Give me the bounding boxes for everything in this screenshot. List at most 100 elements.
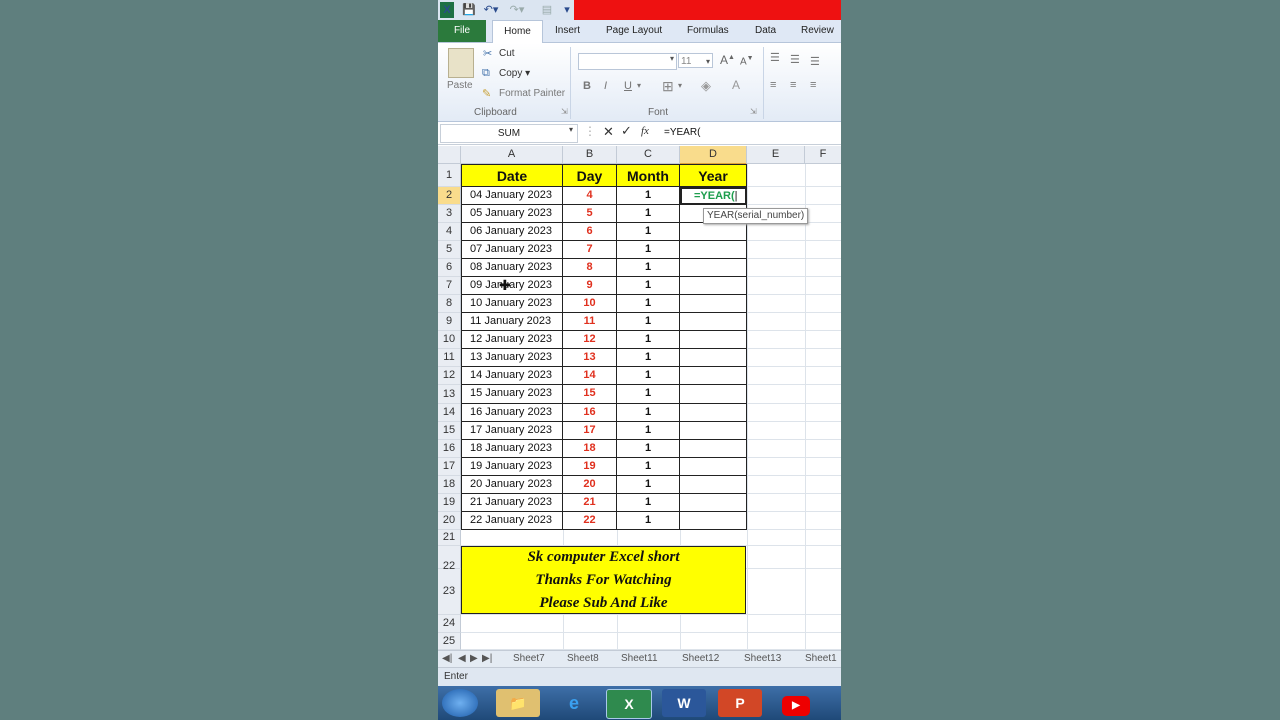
cell-month[interactable]: 1 xyxy=(617,494,680,512)
cell-month[interactable]: 1 xyxy=(617,512,680,530)
column-header-f[interactable]: F xyxy=(805,146,841,164)
active-cell-d2[interactable]: =YEAR(| xyxy=(680,187,747,205)
row-header[interactable]: 23 xyxy=(438,569,461,615)
paste-icon[interactable] xyxy=(448,48,474,78)
cell-date[interactable]: 05 January 2023 xyxy=(461,205,563,223)
fill-color-icon[interactable]: ◈ xyxy=(701,78,711,94)
cell-day[interactable]: 13 xyxy=(563,349,617,367)
row-header[interactable]: 20 xyxy=(438,512,461,530)
cell-month[interactable]: 1 xyxy=(617,422,680,440)
cell-date[interactable]: 17 January 2023 xyxy=(461,422,563,440)
cell-date[interactable]: 09 January 2023 xyxy=(461,277,563,295)
align-center-icon[interactable]: ≡ xyxy=(790,79,796,91)
cell-date[interactable]: 04 January 2023 xyxy=(461,187,563,205)
align-bottom-icon[interactable]: ☰ xyxy=(810,55,820,68)
cell-date[interactable]: 14 January 2023 xyxy=(461,367,563,385)
borders-dropdown-icon[interactable]: ▾ xyxy=(678,81,682,90)
cell-day[interactable]: 17 xyxy=(563,422,617,440)
sheet-nav-first-icon[interactable]: ◀| xyxy=(442,652,452,666)
row-header[interactable]: 8 xyxy=(438,295,461,313)
cell-day[interactable]: 21 xyxy=(563,494,617,512)
cell-date[interactable]: 06 January 2023 xyxy=(461,223,563,241)
explorer-icon[interactable]: 📁 xyxy=(496,689,540,717)
cell-date[interactable]: 20 January 2023 xyxy=(461,476,563,494)
row-header[interactable]: 7 xyxy=(438,277,461,295)
cell-day[interactable]: 6 xyxy=(563,223,617,241)
row-header[interactable]: 24 xyxy=(438,615,461,633)
row-header[interactable]: 18 xyxy=(438,476,461,494)
row-header[interactable]: 21 xyxy=(438,530,461,546)
cell-day[interactable]: 11 xyxy=(563,313,617,331)
format-painter-button[interactable]: Format Painter xyxy=(499,88,565,99)
column-header-e[interactable]: E xyxy=(747,146,805,164)
row-header[interactable]: 12 xyxy=(438,367,461,385)
cell-month[interactable]: 1 xyxy=(617,404,680,422)
promo-banner[interactable]: Sk computer Excel short Thanks For Watch… xyxy=(461,546,746,614)
cell-year[interactable] xyxy=(680,241,747,259)
borders-icon[interactable]: ⊞ xyxy=(662,78,674,95)
cell-month[interactable]: 1 xyxy=(617,367,680,385)
cell-date[interactable]: 07 January 2023 xyxy=(461,241,563,259)
cell-day[interactable]: 14 xyxy=(563,367,617,385)
tab-data[interactable]: Data xyxy=(755,20,776,42)
cell-month[interactable]: 1 xyxy=(617,331,680,349)
cell-day[interactable]: 7 xyxy=(563,241,617,259)
row-header[interactable]: 19 xyxy=(438,494,461,512)
cell-date[interactable]: 12 January 2023 xyxy=(461,331,563,349)
align-right-icon[interactable]: ≡ xyxy=(810,79,816,91)
cell-day[interactable]: 9 xyxy=(563,277,617,295)
row-header[interactable]: 16 xyxy=(438,440,461,458)
cell-day[interactable]: 19 xyxy=(563,458,617,476)
cell-month[interactable]: 1 xyxy=(617,349,680,367)
row-header[interactable]: 14 xyxy=(438,404,461,422)
row-header[interactable]: 6 xyxy=(438,259,461,277)
undo-icon[interactable]: ↶▾ xyxy=(482,2,500,18)
sheet-tab[interactable]: Sheet8 xyxy=(567,652,599,666)
header-month[interactable]: Month xyxy=(617,164,680,187)
cell-day[interactable]: 10 xyxy=(563,295,617,313)
sheet-nav-next-icon[interactable]: ▶ xyxy=(470,652,478,666)
row-header[interactable]: 1 xyxy=(438,164,461,187)
row-header[interactable]: 25 xyxy=(438,633,461,650)
cell-year[interactable] xyxy=(680,440,747,458)
cell-year[interactable] xyxy=(680,422,747,440)
cell-year[interactable] xyxy=(680,331,747,349)
align-top-icon[interactable]: ☰ xyxy=(770,51,780,64)
cell-day[interactable]: 8 xyxy=(563,259,617,277)
row-header[interactable]: 4 xyxy=(438,223,461,241)
tab-review[interactable]: Review xyxy=(801,20,834,42)
row-header[interactable]: 13 xyxy=(438,385,461,404)
clipboard-launcher-icon[interactable]: ⇲ xyxy=(561,107,568,116)
cell-year[interactable] xyxy=(680,476,747,494)
cell-month[interactable]: 1 xyxy=(617,241,680,259)
cell-day[interactable]: 20 xyxy=(563,476,617,494)
sheet-tab[interactable]: Sheet11 xyxy=(621,652,658,666)
cell-year[interactable] xyxy=(680,404,747,422)
grow-font-icon[interactable]: A▲ xyxy=(720,53,735,67)
cell-day[interactable]: 12 xyxy=(563,331,617,349)
name-box-dropdown-icon[interactable]: ▾ xyxy=(569,125,573,134)
sheet-nav-prev-icon[interactable]: ◀ xyxy=(458,652,466,666)
cancel-entry-icon[interactable]: ✕ xyxy=(603,124,614,140)
row-header[interactable]: 22 xyxy=(438,546,461,572)
sheet-nav-last-icon[interactable]: ▶| xyxy=(482,652,492,666)
cell-year[interactable] xyxy=(680,494,747,512)
cell-day[interactable]: 4 xyxy=(563,187,617,205)
sheet-tab[interactable]: Sheet13 xyxy=(744,652,781,666)
cell-date[interactable]: 15 January 2023 xyxy=(461,385,563,404)
tab-formulas[interactable]: Formulas xyxy=(687,20,729,42)
select-all-corner[interactable] xyxy=(438,146,461,164)
cell-date[interactable]: 08 January 2023 xyxy=(461,259,563,277)
cell-date[interactable]: 18 January 2023 xyxy=(461,440,563,458)
cell-year[interactable] xyxy=(680,223,747,241)
header-day[interactable]: Day xyxy=(563,164,617,187)
cell-month[interactable]: 1 xyxy=(617,440,680,458)
bold-button[interactable]: B xyxy=(583,80,591,92)
cell-month[interactable]: 1 xyxy=(617,205,680,223)
youtube-taskbar-icon[interactable]: ▶ xyxy=(774,689,818,717)
insert-function-button[interactable]: fx xyxy=(641,125,649,137)
name-box[interactable]: SUM xyxy=(440,124,578,143)
cell-month[interactable]: 1 xyxy=(617,313,680,331)
font-name-select[interactable]: ▾ xyxy=(578,53,677,70)
row-header[interactable]: 11 xyxy=(438,349,461,367)
